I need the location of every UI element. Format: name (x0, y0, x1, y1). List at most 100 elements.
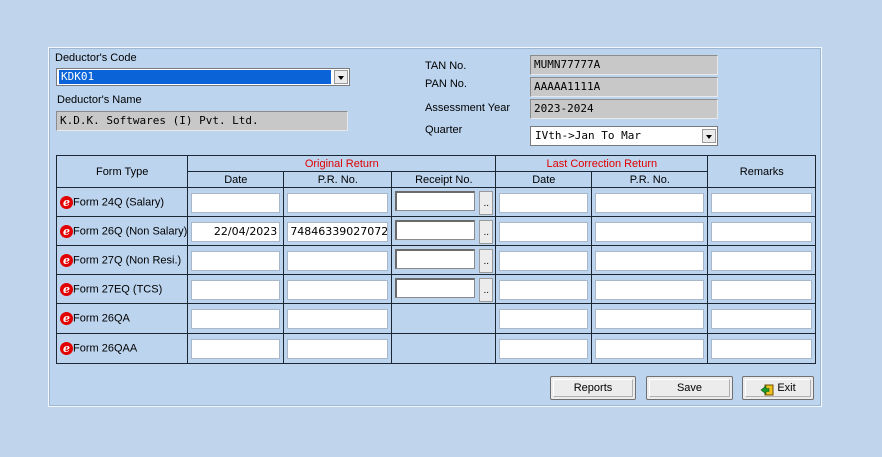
receipt-no-cell: .. (391, 274, 497, 304)
browse-button[interactable]: .. (479, 278, 494, 302)
form-type-cell: e Form 26QAA (55, 333, 189, 364)
original-pr-no-input[interactable] (287, 251, 389, 271)
last-pr-no-input[interactable] (595, 193, 705, 213)
form-type-label: Form 27Q (Non Resi.) (73, 253, 182, 266)
original-date-input[interactable] (191, 251, 281, 271)
receipt-no-input[interactable] (395, 278, 476, 298)
browse-button[interactable]: .. (479, 191, 494, 215)
chevron-down-icon[interactable] (702, 129, 716, 143)
header-remarks: Remarks (707, 155, 817, 188)
form-type-label: Form 26QA (73, 312, 130, 325)
receipt-no-input[interactable] (395, 249, 476, 269)
remarks-input[interactable] (711, 339, 813, 359)
last-date-input[interactable] (499, 222, 589, 242)
original-pr-no-cell (283, 187, 393, 217)
remarks-cell (707, 216, 817, 246)
receipt-no-input[interactable] (395, 220, 476, 240)
last-pr-no-input[interactable] (595, 251, 705, 271)
last-date-input[interactable] (499, 280, 589, 300)
last-date-input[interactable] (499, 251, 589, 271)
pan-label: PAN No. (425, 78, 467, 90)
last-pr-no-input[interactable] (595, 339, 705, 359)
original-date-cell (187, 333, 285, 364)
last-date-cell (495, 245, 593, 275)
save-button[interactable]: Save (646, 376, 733, 400)
exit-door-icon (760, 382, 774, 396)
remarks-input[interactable] (711, 280, 813, 300)
remarks-cell (707, 333, 817, 364)
assessment-year-label: Assessment Year (425, 102, 510, 114)
table-row: e Form 24Q (Salary).. (55, 187, 817, 217)
pan-field: AAAAA1111A (530, 77, 718, 97)
quarter-select[interactable]: IVth->Jan To Mar (530, 126, 718, 146)
last-pr-no-cell (591, 245, 709, 275)
form-type-label: Form 24Q (Salary) (73, 195, 165, 208)
remarks-input[interactable] (711, 251, 813, 271)
last-date-cell (495, 216, 593, 246)
form-type-cell: e Form 24Q (Salary) (55, 187, 189, 217)
table-row: e Form 26Q (Non Salary) 22/04/2023 74846339… (55, 216, 817, 246)
last-pr-no-input[interactable] (595, 309, 705, 329)
original-date-input[interactable] (191, 193, 281, 213)
original-date-input[interactable]: 22/04/2023 (191, 222, 281, 242)
receipt-no-input[interactable] (395, 191, 476, 211)
original-pr-no-cell (283, 333, 393, 364)
last-pr-no-input[interactable] (595, 280, 705, 300)
browse-button[interactable]: .. (479, 220, 494, 244)
form-type-cell: e Form 26Q (Non Salary) (55, 216, 189, 246)
returns-table: Form Type Original Return Last Correctio… (55, 155, 817, 364)
receipt-no-cell (391, 333, 497, 364)
remarks-input[interactable] (711, 193, 813, 213)
header-pr-no: P.R. No. (283, 171, 393, 188)
original-pr-no-cell (283, 303, 393, 334)
original-pr-no-input[interactable] (287, 193, 389, 213)
deductor-code-select[interactable]: KDK01 (56, 68, 350, 86)
last-pr-no-input[interactable] (595, 222, 705, 242)
remarks-input[interactable] (711, 222, 813, 242)
original-pr-no-input[interactable]: 748463390270723 (287, 222, 389, 242)
last-date-input[interactable] (499, 339, 589, 359)
header-date: Date (187, 171, 285, 188)
last-pr-no-cell (591, 303, 709, 334)
last-date-cell (495, 187, 593, 217)
header-last-pr-no: P.R. No. (591, 171, 709, 188)
quarter-label: Quarter (425, 124, 463, 136)
exit-button[interactable]: Exit (742, 376, 814, 400)
original-date-cell (187, 187, 285, 217)
form-type-cell: e Form 27EQ (TCS) (55, 274, 189, 304)
reports-button[interactable]: Reports (550, 376, 636, 400)
table-row: e Form 26QA (55, 303, 817, 334)
original-pr-no-input[interactable] (287, 309, 389, 329)
original-date-input[interactable] (191, 309, 281, 329)
form-type-label: Form 26Q (Non Salary) (73, 224, 188, 237)
e-filing-icon: e (60, 282, 73, 296)
original-pr-no-input[interactable] (287, 280, 389, 300)
last-date-input[interactable] (499, 309, 589, 329)
remarks-input[interactable] (711, 309, 813, 329)
receipt-no-cell: .. (391, 245, 497, 275)
chevron-down-icon[interactable] (334, 70, 348, 84)
e-filing-icon: e (60, 224, 73, 238)
deductor-code-value: KDK01 (59, 70, 331, 84)
deductor-name-field: K.D.K. Softwares (I) Pvt. Ltd. (56, 111, 348, 131)
original-date-input[interactable] (191, 339, 281, 359)
tan-label: TAN No. (425, 60, 467, 72)
form-type-label: Form 27EQ (TCS) (73, 282, 163, 295)
header-form-type: Form Type (55, 155, 189, 188)
original-pr-no-cell (283, 274, 393, 304)
original-date-input[interactable] (191, 280, 281, 300)
assessment-year-field: 2023-2024 (530, 99, 718, 119)
header-last-date: Date (495, 171, 593, 188)
remarks-cell (707, 274, 817, 304)
deductor-name-label: Deductor's Name (57, 94, 142, 106)
form-type-cell: e Form 26QA (55, 303, 189, 334)
original-pr-no-cell: 748463390270723 (283, 216, 393, 246)
exit-button-label: Exit (777, 382, 796, 394)
last-date-input[interactable] (499, 193, 589, 213)
header-last-correction-return: Last Correction Return (495, 155, 709, 172)
deductor-code-label: Deductor's Code (55, 52, 137, 64)
reports-button-label: Reports (573, 382, 613, 394)
quarter-value: IVth->Jan To Mar (535, 129, 641, 142)
original-pr-no-input[interactable] (287, 339, 389, 359)
browse-button[interactable]: .. (479, 249, 494, 273)
